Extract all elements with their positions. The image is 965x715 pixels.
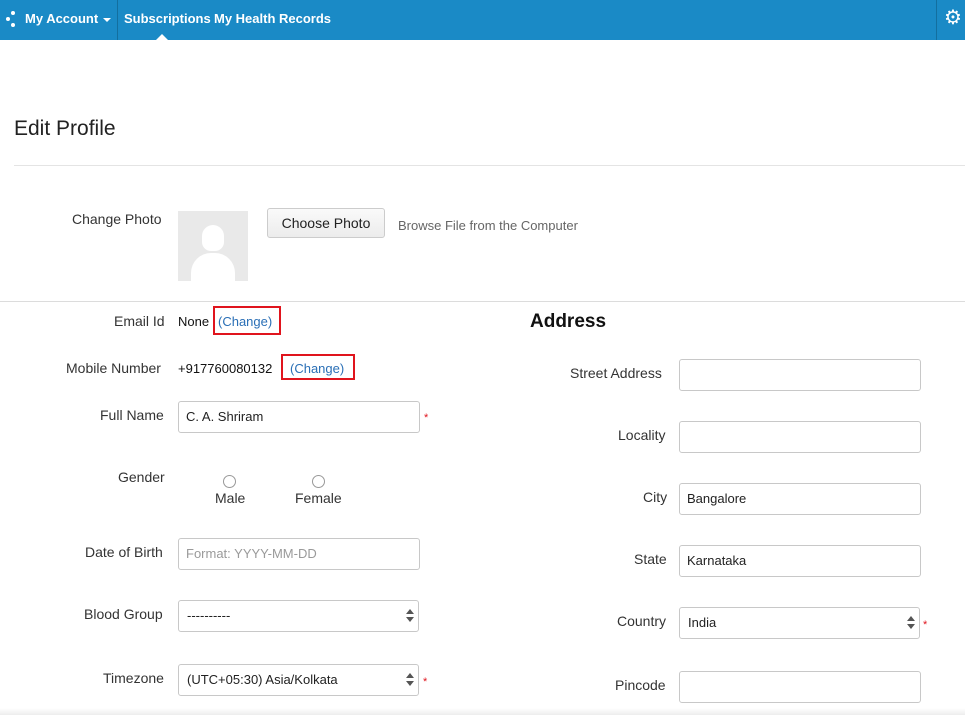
my-account-label: My Account bbox=[25, 11, 99, 26]
blood-group-select[interactable]: ---------- bbox=[178, 600, 419, 632]
page-bottom-fade bbox=[0, 708, 965, 715]
mobile-number-value: +917760080132 bbox=[178, 361, 273, 376]
timezone-select[interactable]: (UTC+05:30) Asia/Kolkata bbox=[178, 664, 419, 696]
top-nav-bar: My Account Subscriptions My Health Recor… bbox=[0, 0, 965, 40]
gear-icon[interactable]: ⚙ bbox=[943, 7, 963, 29]
gender-female-radio[interactable] bbox=[312, 475, 325, 488]
required-marker: * bbox=[923, 619, 928, 631]
email-label: Email Id bbox=[114, 313, 165, 329]
nav-subscriptions[interactable]: Subscriptions bbox=[124, 11, 211, 26]
city-label: City bbox=[643, 489, 668, 505]
divider bbox=[0, 301, 965, 302]
blood-group-label: Blood Group bbox=[84, 606, 163, 622]
select-arrows-icon bbox=[406, 609, 414, 623]
country-label: Country bbox=[617, 613, 667, 629]
mobile-number-label: Mobile Number bbox=[66, 360, 161, 376]
timezone-label: Timezone bbox=[103, 670, 164, 686]
state-label: State bbox=[634, 551, 667, 567]
gender-male-label: Male bbox=[215, 490, 246, 506]
locality-label: Locality bbox=[618, 427, 666, 443]
nav-health-records[interactable]: My Health Records bbox=[214, 11, 331, 26]
country-value: India bbox=[688, 615, 717, 630]
full-name-field[interactable]: C. A. Shriram bbox=[178, 401, 420, 433]
change-mobile-link[interactable]: (Change) bbox=[290, 361, 344, 376]
pincode-field[interactable] bbox=[679, 671, 921, 703]
pincode-label: Pincode bbox=[615, 677, 666, 693]
nav-divider bbox=[117, 0, 118, 40]
date-of-birth-field[interactable]: Format: YYYY-MM-DD bbox=[178, 538, 420, 570]
change-email-link[interactable]: (Change) bbox=[218, 314, 272, 329]
street-address-label: Street Address bbox=[570, 365, 662, 381]
select-arrows-icon bbox=[907, 616, 915, 630]
email-value: None bbox=[178, 314, 210, 329]
country-select[interactable]: India bbox=[679, 607, 920, 639]
required-marker: * bbox=[423, 676, 428, 688]
caret-down-icon bbox=[103, 17, 112, 22]
my-account-menu[interactable]: My Account bbox=[25, 11, 112, 26]
divider bbox=[14, 165, 965, 166]
page-title: Edit Profile bbox=[14, 117, 116, 140]
choose-photo-button[interactable]: Choose Photo bbox=[267, 208, 385, 238]
nav-divider bbox=[936, 0, 937, 40]
required-marker: * bbox=[424, 412, 429, 424]
active-tab-indicator bbox=[156, 34, 168, 40]
full-name-label: Full Name bbox=[100, 407, 164, 423]
gender-label: Gender bbox=[118, 469, 165, 485]
avatar-placeholder-icon bbox=[178, 211, 248, 281]
change-photo-label: Change Photo bbox=[72, 211, 162, 227]
select-arrows-icon bbox=[406, 673, 414, 687]
address-section-title: Address bbox=[530, 311, 607, 332]
gender-male-radio[interactable] bbox=[223, 475, 236, 488]
timezone-value: (UTC+05:30) Asia/Kolkata bbox=[187, 672, 338, 687]
city-field[interactable]: Bangalore bbox=[679, 483, 921, 515]
blood-group-value: ---------- bbox=[187, 608, 231, 623]
app-logo-icon[interactable] bbox=[6, 11, 20, 27]
date-of-birth-label: Date of Birth bbox=[85, 544, 163, 560]
street-address-field[interactable] bbox=[679, 359, 921, 391]
locality-field[interactable] bbox=[679, 421, 921, 453]
gender-female-label: Female bbox=[295, 490, 342, 506]
browse-file-hint: Browse File from the Computer bbox=[398, 218, 578, 233]
state-field[interactable]: Karnataka bbox=[679, 545, 921, 577]
